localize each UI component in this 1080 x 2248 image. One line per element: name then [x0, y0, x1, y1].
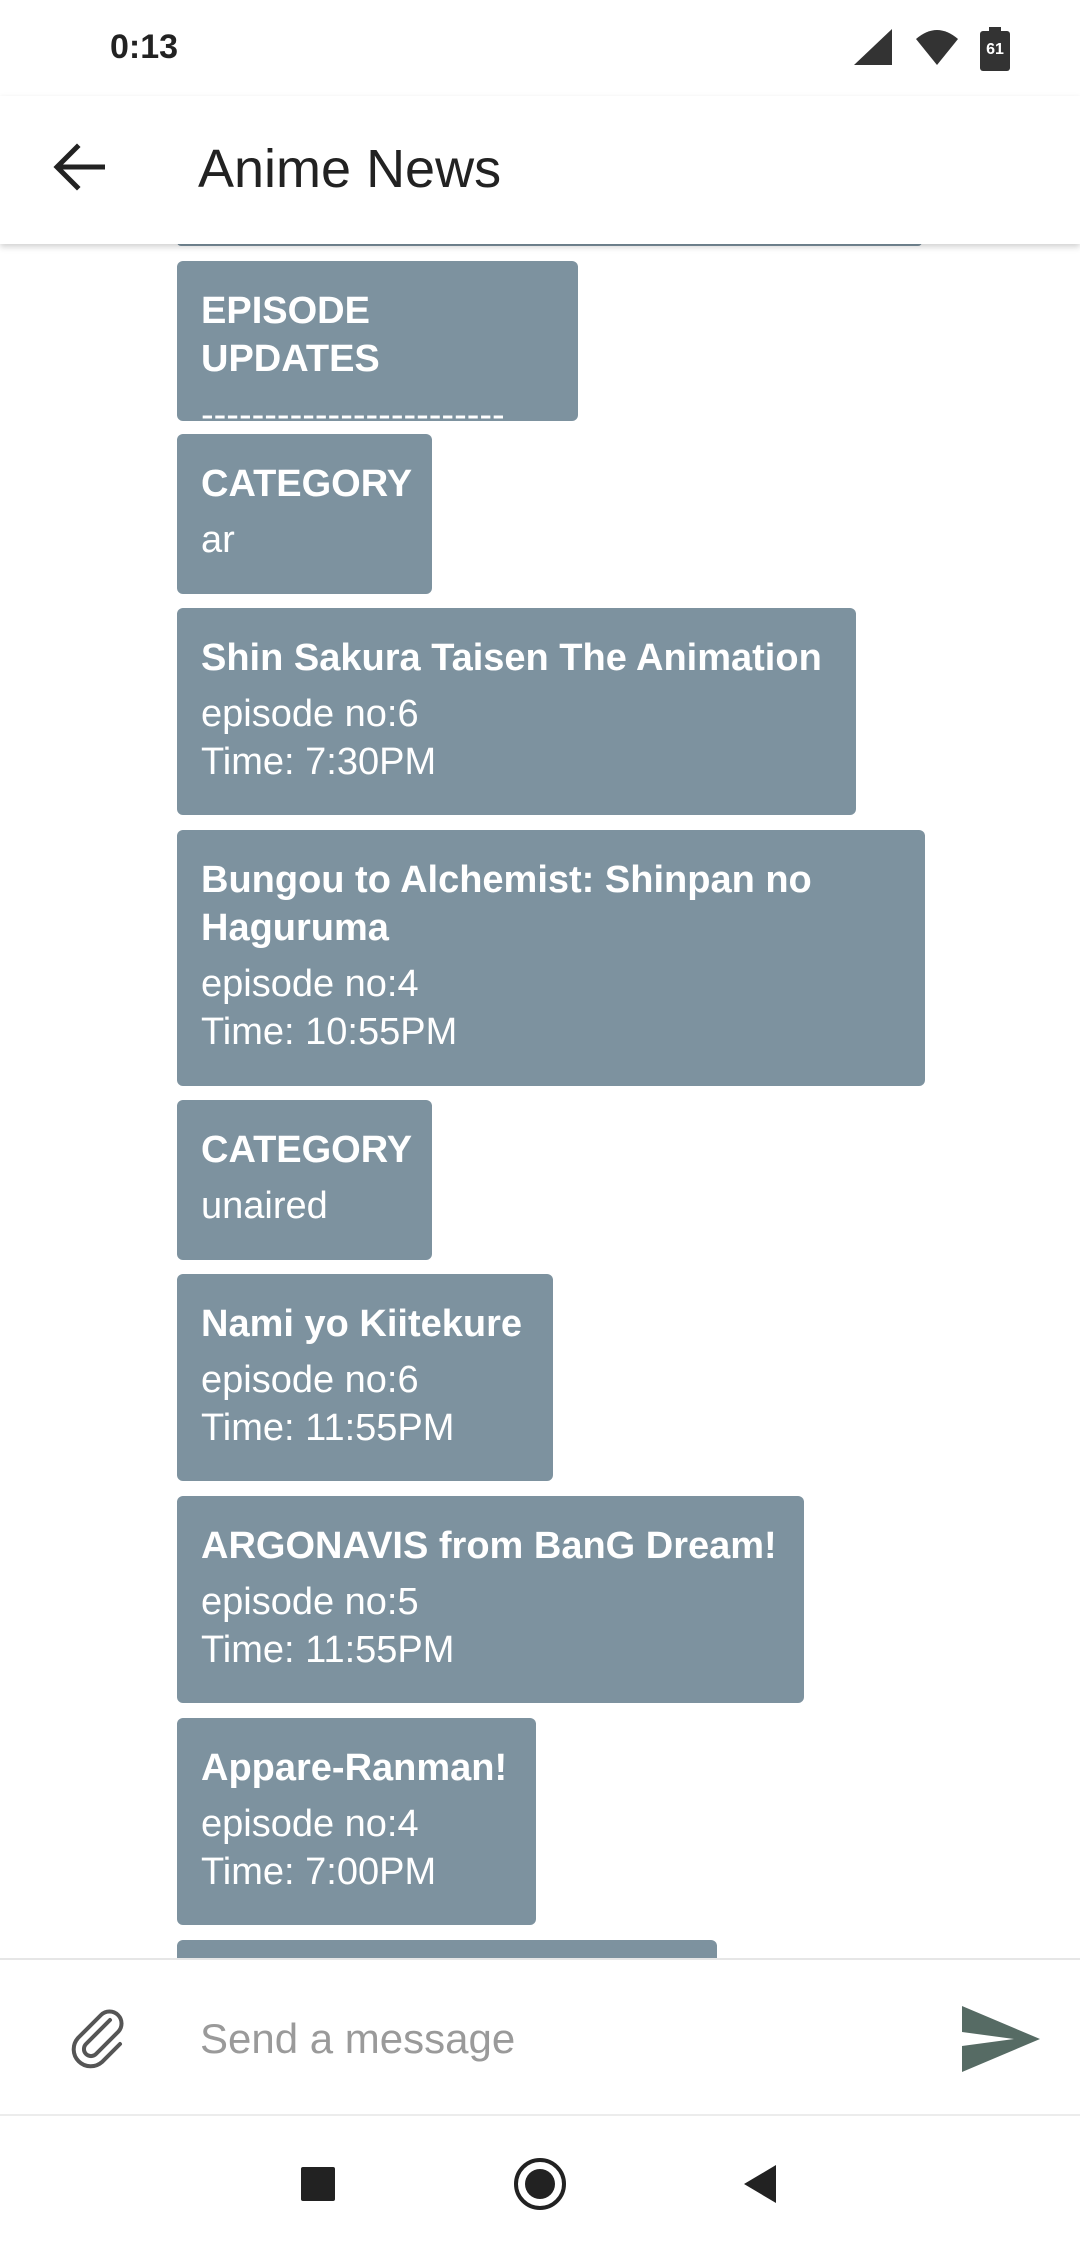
paperclip-icon	[66, 2006, 130, 2075]
home-button[interactable]	[510, 2156, 570, 2216]
message-body: unaired	[201, 1185, 328, 1227]
message-body: episode no:5 Time: 11:55PM	[201, 1581, 455, 1671]
message-bubble[interactable]: Bungou to Alchemist: Shinpan no Haguruma…	[177, 830, 925, 1086]
message-bubble[interactable]: EPISODE UPDATES ------------------------	[177, 261, 578, 436]
signal-icon	[852, 27, 894, 72]
message-bubble[interactable]: CATEGORY ar	[177, 434, 432, 594]
message-bubble[interactable]: ARGONAVIS from BanG Dream! episode no:5 …	[177, 1496, 804, 1703]
battery-level: 61	[986, 41, 1004, 58]
message-body: episode no:4 Time: 7:00PM	[201, 1803, 437, 1893]
message-title: Appare-Ranman!	[201, 1747, 508, 1789]
message-composer	[0, 1958, 1080, 2116]
message-title: ARGONAVIS from BanG Dream!	[201, 1525, 777, 1567]
status-bar: 0:13 61	[0, 0, 1080, 96]
square-icon	[300, 2166, 336, 2207]
send-button[interactable]	[956, 1996, 1046, 2086]
message-bubble[interactable]: CATEGORY unaired	[177, 1100, 432, 1260]
message-body: ------------------------	[201, 394, 505, 436]
app-bar: Anime News	[0, 96, 1080, 244]
battery-icon: 61	[980, 27, 1010, 71]
message-bubble-partial-top	[177, 244, 922, 246]
message-bubble[interactable]: Shin Sakura Taisen The Animation episode…	[177, 608, 856, 815]
message-title: EPISODE UPDATES	[201, 290, 380, 380]
message-body: episode no:6 Time: 11:55PM	[201, 1359, 455, 1449]
recents-button[interactable]	[288, 2156, 348, 2216]
message-bubble[interactable]: Appare-Ranman! episode no:4 Time: 7:00PM	[177, 1718, 536, 1925]
home-circle-icon	[512, 2156, 568, 2217]
system-nav-bar	[0, 2114, 1080, 2248]
message-body: episode no:6 Time: 7:30PM	[201, 693, 437, 783]
message-list[interactable]: EPISODE UPDATES ------------------------…	[0, 244, 1080, 1958]
message-title: Nami yo Kiitekure	[201, 1303, 522, 1345]
message-input[interactable]	[198, 1994, 922, 2084]
message-title: CATEGORY	[201, 463, 413, 505]
back-button[interactable]	[44, 134, 114, 204]
send-icon	[960, 2004, 1042, 2079]
message-bubble[interactable]: Nami yo Kiitekure episode no:6 Time: 11:…	[177, 1274, 553, 1481]
status-icons: 61	[852, 24, 1010, 74]
message-title: CATEGORY	[201, 1129, 413, 1171]
wifi-icon	[914, 27, 960, 72]
message-title: Bungou to Alchemist: Shinpan no Haguruma	[201, 859, 812, 949]
page-title: Anime News	[198, 139, 502, 199]
status-time: 0:13	[110, 28, 179, 66]
back-nav-button[interactable]	[730, 2156, 790, 2216]
message-body: ar	[201, 519, 235, 561]
message-body: episode no:4 Time: 10:55PM	[201, 963, 458, 1053]
back-arrow-icon	[53, 142, 106, 196]
message-title: Shin Sakura Taisen The Animation	[201, 637, 822, 679]
triangle-back-icon	[740, 2163, 780, 2210]
attach-button[interactable]	[58, 2000, 138, 2080]
message-bubble-partial-bottom	[177, 1940, 717, 1958]
